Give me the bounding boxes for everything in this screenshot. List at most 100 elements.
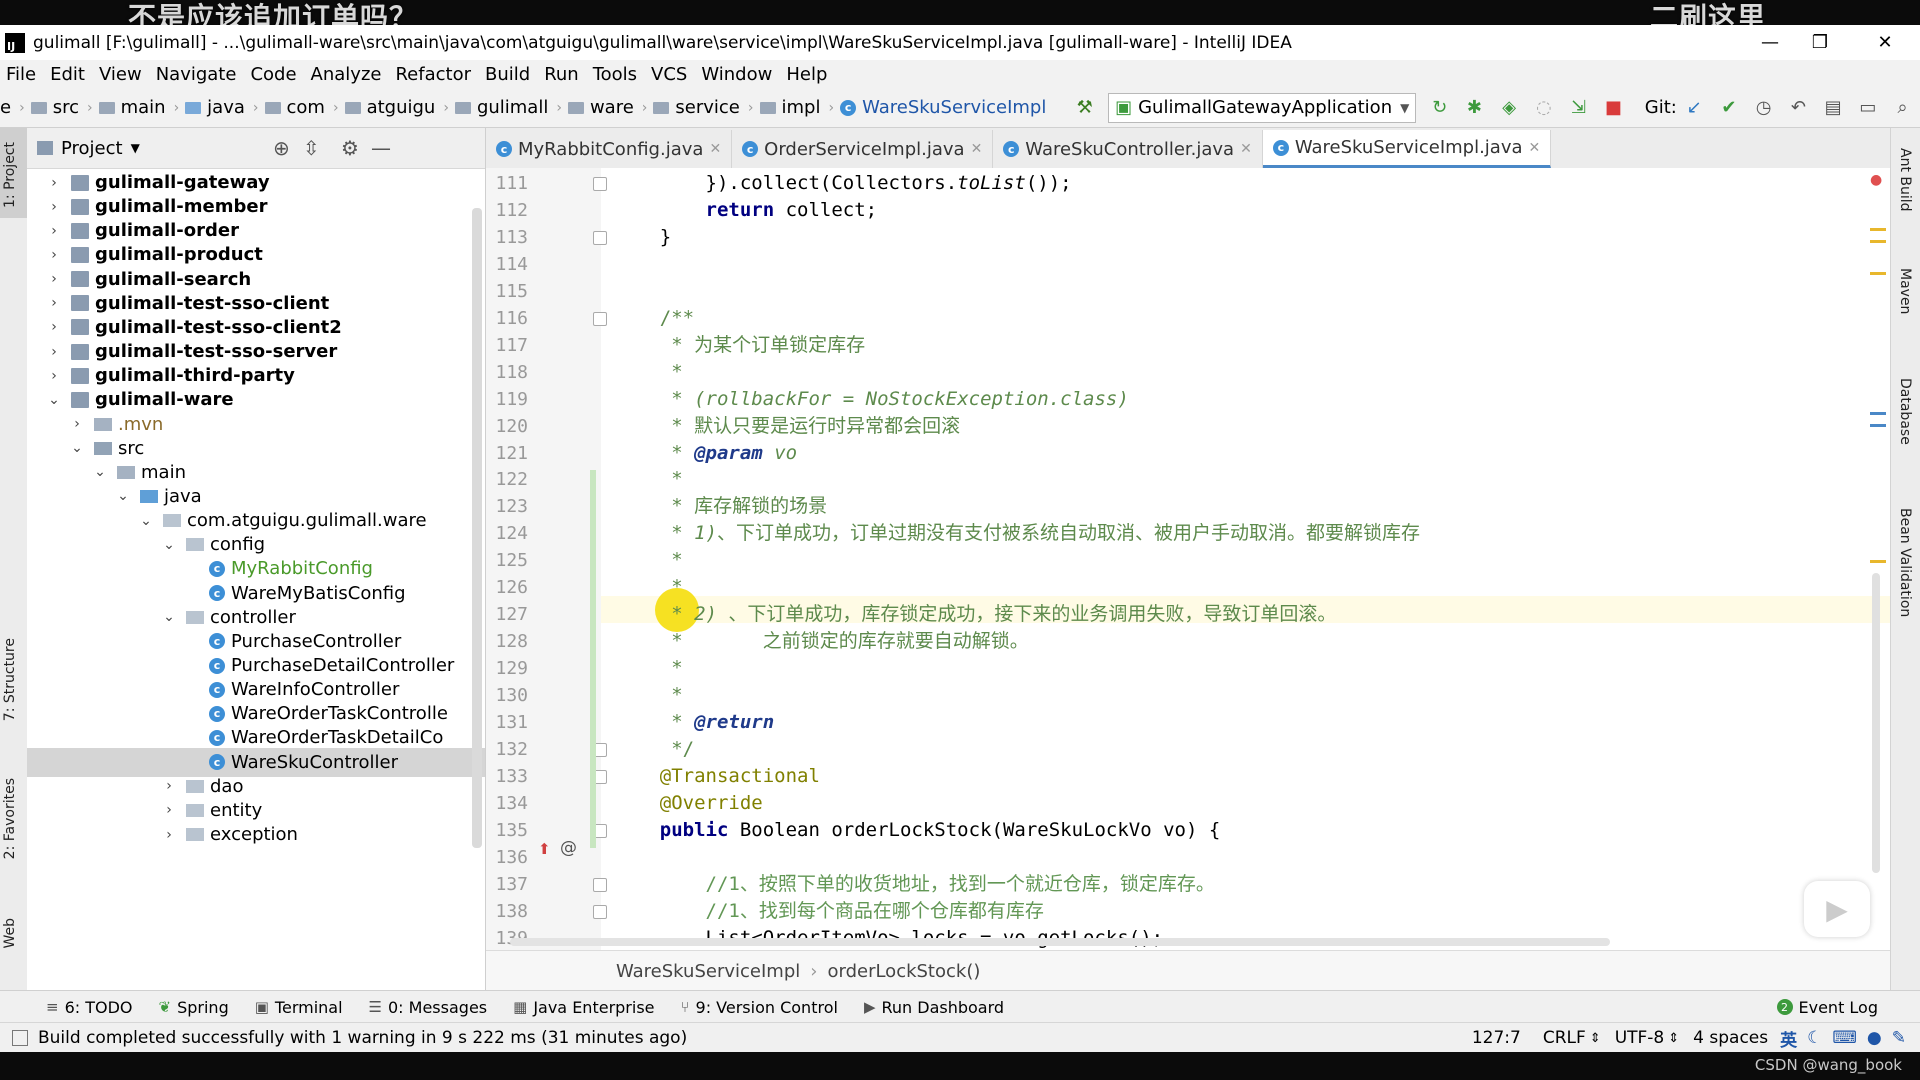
code-line[interactable]: * @return	[614, 709, 774, 736]
run-config-selector[interactable]: ▣ GulimallGatewayApplication ▼	[1108, 92, 1417, 123]
line-separator[interactable]: CRLF	[1543, 1028, 1586, 1048]
git-commit-icon[interactable]: ✔	[1719, 97, 1740, 119]
fold-toggle-icon[interactable]	[593, 311, 607, 326]
code-line[interactable]: *	[614, 466, 682, 493]
close-tab-icon[interactable]: ✕	[709, 141, 721, 157]
build-hammer-icon[interactable]: ⚒	[1074, 97, 1095, 119]
menu-analyze[interactable]: Analyze	[311, 64, 382, 85]
close-tab-icon[interactable]: ✕	[971, 141, 983, 157]
project-structure-icon[interactable]: ▤	[1823, 97, 1844, 119]
tool-ant-build[interactable]: Ant Build	[1897, 148, 1913, 212]
project-panel-title[interactable]: Project	[61, 138, 123, 159]
tool-terminal[interactable]: ▣ Terminal	[255, 998, 343, 1017]
ime-indicator[interactable]: 英	[1780, 1026, 1797, 1051]
nav-crumb-src[interactable]: src	[30, 97, 79, 118]
chevron-right-icon[interactable]: ›	[47, 199, 61, 215]
tab-wareskucontroller[interactable]: c WareSkuController.java ✕	[993, 130, 1263, 168]
menu-file[interactable]: File	[6, 64, 36, 85]
code-line[interactable]: * @param vo	[614, 440, 797, 467]
nav-crumb-ware[interactable]: ware	[567, 97, 634, 118]
nav-crumb-e[interactable]: e	[0, 97, 11, 118]
nav-crumb-java[interactable]: java	[185, 97, 245, 118]
menu-code[interactable]: Code	[250, 64, 296, 85]
collapse-all-icon[interactable]: ⇳	[303, 136, 320, 160]
hide-panel-icon[interactable]: —	[371, 136, 391, 160]
code-line[interactable]: @Transactional	[614, 763, 820, 790]
chevron-right-icon[interactable]: ›	[162, 802, 176, 818]
code-line[interactable]: * 为某个订单锁定库存	[614, 332, 865, 359]
menu-window[interactable]: Window	[701, 64, 772, 85]
override-gutter-icon[interactable]: ⬆	[538, 840, 551, 858]
code-line[interactable]: return collect;	[614, 197, 878, 224]
horizontal-scrollbar[interactable]	[510, 938, 1610, 946]
menu-edit[interactable]: Edit	[50, 64, 85, 85]
file-encoding[interactable]: UTF-8	[1615, 1028, 1665, 1048]
annotation-gutter-icon[interactable]: @	[560, 838, 577, 858]
chevron-right-icon[interactable]: ›	[47, 247, 61, 263]
attach-icon[interactable]: ⇲	[1568, 97, 1589, 119]
breadcrumb-method[interactable]: orderLockStock()	[827, 961, 980, 982]
tool-run-dashboard[interactable]: ▶ Run Dashboard	[864, 998, 1004, 1017]
toggle-tool-windows-icon[interactable]	[12, 1030, 28, 1046]
code-line[interactable]: @Override	[614, 790, 763, 817]
code-line[interactable]: }).collect(Collectors.toList());	[614, 170, 1072, 197]
tool-java-enterprise[interactable]: ▦ Java Enterprise	[513, 998, 654, 1017]
menu-vcs[interactable]: VCS	[651, 64, 687, 85]
profile-icon[interactable]: ◌	[1534, 97, 1555, 119]
tab-wareskuserviceimpl[interactable]: c WareSkuServiceImpl.java ✕	[1262, 130, 1552, 168]
nav-crumb-gulimall[interactable]: gulimall	[454, 97, 548, 118]
presentation-icon[interactable]: ▭	[1858, 97, 1879, 119]
menu-run[interactable]: Run	[544, 64, 579, 85]
nav-crumb-main[interactable]: main	[98, 97, 166, 118]
code-line[interactable]: *	[614, 574, 682, 601]
code-line[interactable]: }	[614, 224, 671, 251]
restore-button[interactable]: ❐	[1790, 25, 1850, 60]
code-line[interactable]: //1、找到每个商品在哪个仓库都有库存	[614, 898, 1044, 925]
wrench-icon[interactable]: ✎	[1892, 1028, 1906, 1048]
tool-event-log[interactable]: 2 Event Log	[1776, 998, 1878, 1017]
code-line[interactable]: * 库存解锁的场景	[614, 493, 827, 520]
error-stripe-mark[interactable]	[1870, 560, 1886, 563]
error-stripe-mark[interactable]	[1870, 424, 1886, 427]
chevron-down-icon[interactable]: ⌄	[47, 392, 61, 408]
search-icon[interactable]: ⌕	[1892, 97, 1913, 119]
chevron-right-icon[interactable]: ›	[47, 368, 61, 384]
chevron-right-icon[interactable]: ›	[162, 778, 176, 794]
breadcrumb-class[interactable]: WareSkuServiceImpl	[616, 961, 800, 982]
code-line[interactable]: * 默认只要是运行时异常都会回滚	[614, 413, 960, 440]
code-line[interactable]: * 2) 、下订单成功，库存锁定成功，接下来的业务调用失败，导致订单回滚。	[614, 601, 1336, 628]
code-line[interactable]: *	[614, 547, 682, 574]
menu-help[interactable]: Help	[786, 64, 827, 85]
chevron-right-icon[interactable]: ›	[70, 416, 84, 432]
chevron-right-icon[interactable]: ›	[47, 319, 61, 335]
nav-crumb-com[interactable]: com	[264, 97, 325, 118]
tab-orderserviceimpl[interactable]: c OrderServiceImpl.java ✕	[732, 130, 994, 168]
git-revert-icon[interactable]: ↶	[1788, 97, 1809, 119]
tool-project[interactable]: 1: Project	[2, 142, 18, 208]
indent-setting[interactable]: 4 spaces	[1693, 1028, 1768, 1048]
menu-navigate[interactable]: Navigate	[156, 64, 237, 85]
tool-todo[interactable]: ≡ 6: TODO	[46, 998, 133, 1017]
close-button[interactable]: ✕	[1855, 25, 1915, 60]
code-line[interactable]: public Boolean orderLockStock(WareSkuLoc…	[614, 817, 1221, 844]
chevron-down-icon[interactable]: ⌄	[93, 464, 107, 480]
run-coverage-icon[interactable]: ◈	[1499, 97, 1520, 119]
code-line[interactable]: *	[614, 682, 682, 709]
tree-scrollbar[interactable]	[472, 208, 482, 848]
fold-toggle-icon[interactable]	[593, 904, 607, 919]
tree-item[interactable]: › exception	[27, 820, 485, 849]
nav-crumb-atguigu[interactable]: atguigu	[344, 97, 435, 118]
close-tab-icon[interactable]: ✕	[1529, 140, 1541, 156]
error-stripe-mark[interactable]	[1870, 240, 1886, 243]
nav-crumb-impl[interactable]: impl	[759, 97, 820, 118]
rerun-icon[interactable]: ↻	[1429, 97, 1450, 119]
fold-toggle-icon[interactable]	[593, 877, 607, 892]
gear-icon[interactable]: ⚙	[341, 136, 359, 160]
code-line[interactable]: /**	[614, 305, 694, 332]
chevron-right-icon[interactable]: ›	[47, 295, 61, 311]
tool-favorites[interactable]: 2: Favorites	[2, 778, 18, 859]
nav-crumb-class[interactable]: c WareSkuServiceImpl	[840, 97, 1046, 118]
debug-icon[interactable]: ✱	[1464, 97, 1485, 119]
code-line[interactable]: * (rollbackFor = NoStockException.class)	[614, 386, 1129, 413]
code-line[interactable]: *	[614, 655, 682, 682]
